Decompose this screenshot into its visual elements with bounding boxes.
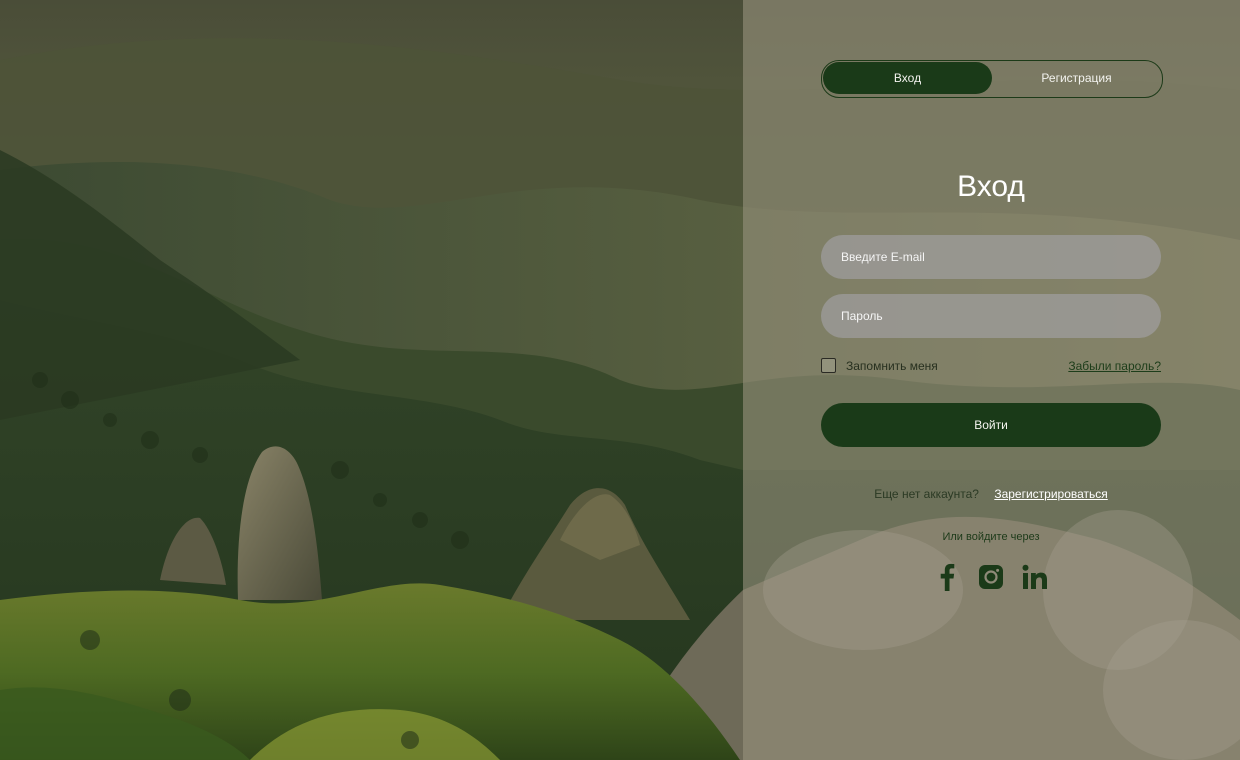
forgot-password-link[interactable]: Забыли пароль? (1068, 359, 1161, 373)
social-login-prompt: Или войдите через (942, 531, 1040, 543)
page-title: Вход (957, 170, 1025, 203)
facebook-icon[interactable] (933, 563, 961, 591)
instagram-icon[interactable] (977, 563, 1005, 591)
social-login-buttons (821, 563, 1161, 591)
tab-login[interactable]: Вход (823, 62, 992, 94)
password-field[interactable] (821, 294, 1161, 338)
remember-me-label: Запомнить меня (846, 358, 938, 373)
tab-register[interactable]: Регистрация (992, 62, 1161, 94)
remember-me-checkbox[interactable] (821, 358, 836, 373)
signup-row: Еще нет аккаунта? Зарегистрироваться (821, 487, 1161, 501)
register-link[interactable]: Зарегистрироваться (994, 487, 1107, 501)
signup-prompt: Еще нет аккаунта? (874, 487, 979, 501)
remember-me[interactable]: Запомнить меня (821, 358, 938, 373)
login-page: Вход Регистрация Вход Запомнить меня Заб… (0, 0, 1240, 760)
auth-panel (743, 0, 1240, 760)
email-field[interactable] (821, 235, 1161, 279)
linkedin-icon[interactable] (1021, 563, 1049, 591)
login-button[interactable]: Войти (821, 403, 1161, 447)
auth-tabs: Вход Регистрация (821, 60, 1163, 98)
